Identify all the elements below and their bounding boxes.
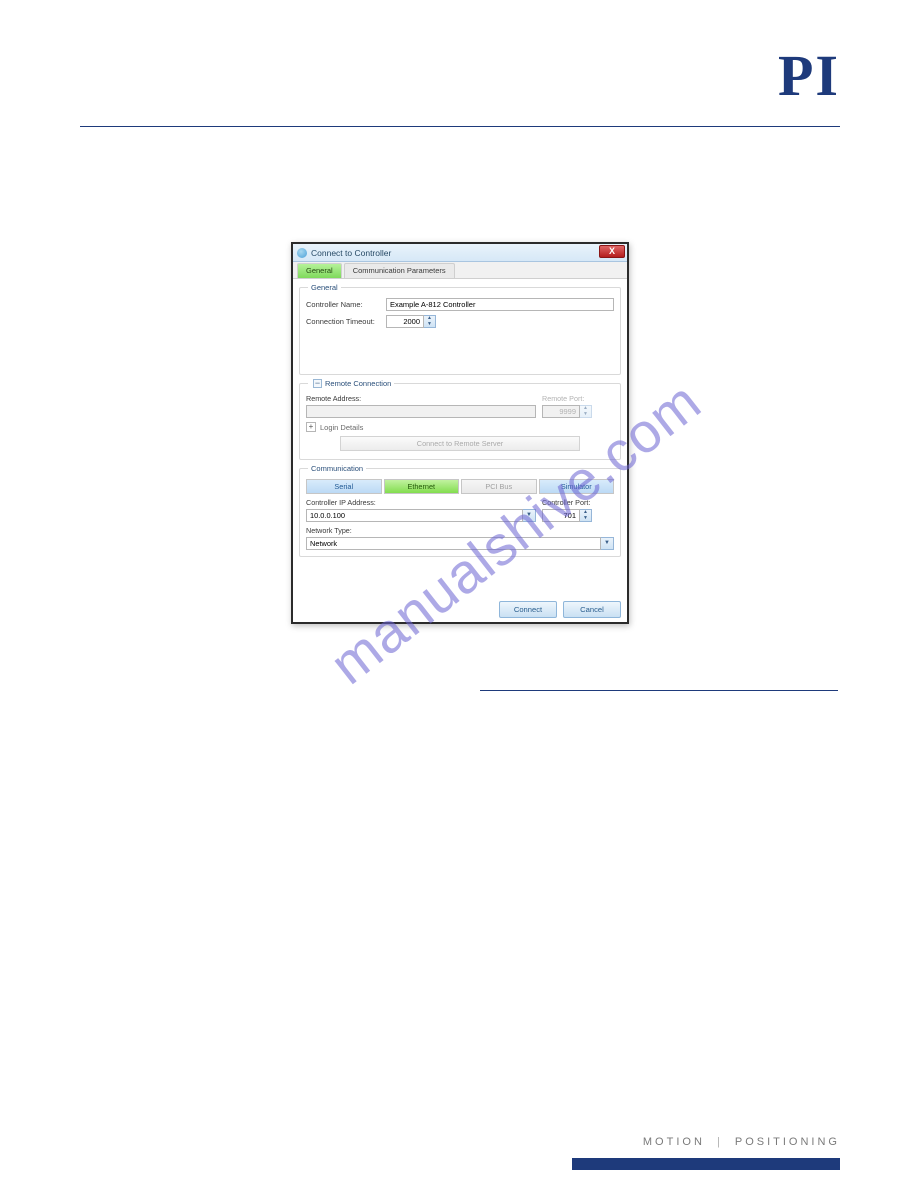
input-controller-port-value[interactable] (542, 509, 580, 522)
input-connection-timeout[interactable]: ▲▼ (386, 315, 436, 328)
input-controller-name[interactable] (386, 298, 614, 311)
label-connection-timeout: Connection Timeout: (306, 317, 386, 326)
checkbox-remote-connection[interactable]: − Remote Connection (313, 379, 391, 388)
close-button[interactable]: X (599, 245, 625, 258)
group-communication: Communication Serial Ethernet PCI Bus Si… (299, 464, 621, 557)
app-icon (297, 248, 307, 258)
tab-pci-bus[interactable]: PCI Bus (461, 479, 537, 494)
input-remote-port: ▲▼ (542, 405, 614, 418)
label-network-type: Network Type: (306, 526, 614, 535)
tab-serial[interactable]: Serial (306, 479, 382, 494)
footer-text: MOTION | POSITIONING (643, 1136, 840, 1148)
input-connection-timeout-value[interactable] (386, 315, 424, 328)
spinner-controller-port[interactable]: ▲▼ (580, 509, 592, 522)
input-controller-port[interactable]: ▲▼ (542, 509, 614, 522)
expander-login-details[interactable]: + Login Details (306, 422, 614, 432)
group-remote-connection: − Remote Connection Remote Address: Remo… (299, 379, 621, 460)
minus-icon: − (313, 379, 322, 388)
spinner-remote-port: ▲▼ (580, 405, 592, 418)
button-cancel[interactable]: Cancel (563, 601, 621, 618)
label-remote-port: Remote Port: (542, 394, 614, 403)
tab-simulator[interactable]: Simulator (539, 479, 615, 494)
input-remote-address (306, 405, 536, 418)
legend-communication: Communication (308, 464, 366, 473)
combo-network-type[interactable]: ▼ (306, 537, 614, 550)
footer-bar (572, 1158, 840, 1170)
input-controller-ip[interactable] (306, 509, 523, 522)
group-general: General Controller Name: Connection Time… (299, 283, 621, 375)
tab-ethernet[interactable]: Ethernet (384, 479, 460, 494)
input-network-type[interactable] (306, 537, 601, 550)
reference-rule (480, 690, 838, 691)
plus-icon: + (306, 422, 316, 432)
header-rule (80, 126, 840, 127)
title-bar: Connect to Controller X (293, 244, 627, 262)
label-controller-ip: Controller IP Address: (306, 498, 536, 507)
tab-communication-parameters[interactable]: Communication Parameters (344, 263, 455, 278)
tab-general[interactable]: General (297, 263, 342, 278)
chevron-down-icon[interactable]: ▼ (601, 537, 614, 550)
chevron-down-icon[interactable]: ▼ (523, 509, 536, 522)
label-controller-name: Controller Name: (306, 300, 386, 309)
brand-logo: PI (778, 42, 840, 109)
spinner-connection-timeout[interactable]: ▲▼ (424, 315, 436, 328)
input-remote-port-value (542, 405, 580, 418)
legend-remote-label: Remote Connection (325, 379, 391, 388)
footer-positioning: POSITIONING (735, 1136, 840, 1148)
label-controller-port: Controller Port: (542, 498, 614, 507)
footer-separator: | (717, 1136, 723, 1148)
dialog-title: Connect to Controller (311, 248, 391, 258)
dialog-tab-row: General Communication Parameters (293, 262, 627, 279)
connect-dialog: Connect to Controller X General Communic… (291, 242, 629, 624)
label-login-details: Login Details (320, 423, 363, 432)
legend-general: General (308, 283, 341, 292)
button-connect[interactable]: Connect (499, 601, 557, 618)
button-connect-remote-server: Connect to Remote Server (340, 436, 580, 451)
label-remote-address: Remote Address: (306, 394, 536, 403)
combo-controller-ip[interactable]: ▼ (306, 509, 536, 522)
footer-motion: MOTION (643, 1136, 705, 1148)
